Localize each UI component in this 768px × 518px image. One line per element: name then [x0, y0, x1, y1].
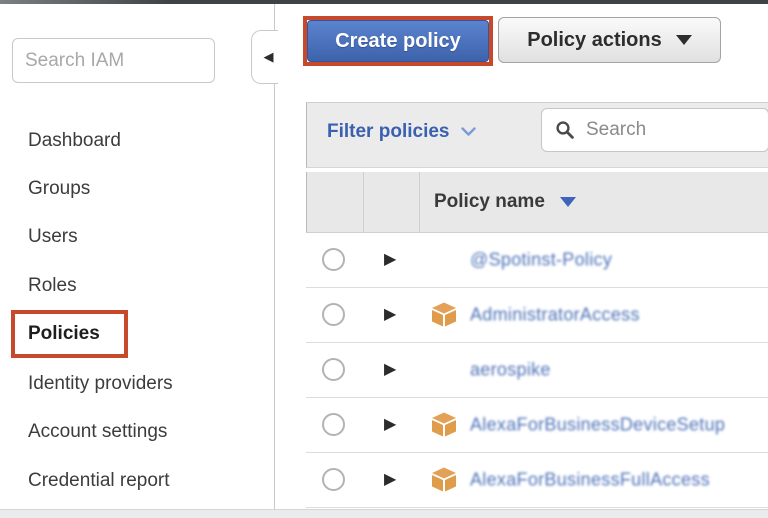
expand-row-icon[interactable]: ▶: [384, 307, 396, 323]
table-row: ▶ AlexaForBusinessDeviceSetup: [306, 398, 768, 453]
expand-row-icon[interactable]: ▶: [384, 472, 396, 488]
table-row: ▶ @Spotinst-Policy: [306, 233, 768, 288]
sidebar-item-identity-providers[interactable]: Identity providers: [28, 372, 173, 396]
policy-name-link[interactable]: AlexaForBusinessFullAccess: [470, 470, 710, 491]
policy-actions-label: Policy actions: [527, 29, 662, 52]
annotation-box-policies: [11, 310, 128, 358]
row-radio-button[interactable]: [322, 358, 345, 381]
table-row: ▶ AdministratorAccess: [306, 288, 768, 343]
expand-row-icon[interactable]: ▶: [384, 362, 396, 378]
row-radio-button[interactable]: [322, 303, 345, 326]
aws-managed-policy-icon: [431, 302, 457, 327]
table-row: ▶ AlexaForBusinessFullAccess: [306, 453, 768, 508]
sidebar-item-users[interactable]: Users: [28, 225, 78, 249]
policy-name-link[interactable]: AdministratorAccess: [470, 305, 640, 326]
policy-name-link[interactable]: aerospike: [470, 360, 551, 381]
sidebar-collapse-tab[interactable]: ◀: [251, 30, 278, 84]
sidebar-item-account-settings[interactable]: Account settings: [28, 420, 167, 444]
column-divider: [419, 172, 420, 232]
policy-name-link[interactable]: AlexaForBusinessDeviceSetup: [470, 415, 725, 436]
policy-name-header-label: Policy name: [434, 191, 545, 213]
iam-policies-page: DashboardGroupsUsersRolesPoliciesIdentit…: [0, 0, 768, 518]
aws-managed-policy-icon: [431, 467, 457, 492]
policy-table-header: Policy name: [306, 172, 768, 233]
search-icon: [555, 120, 575, 140]
filter-bar: Filter policies: [306, 102, 768, 168]
sidebar-item-credential-report[interactable]: Credential report: [28, 469, 170, 493]
expand-row-icon[interactable]: ▶: [384, 252, 396, 268]
filter-policies-dropdown[interactable]: Filter policies: [327, 121, 476, 143]
sidebar-item-roles[interactable]: Roles: [28, 274, 77, 298]
chevron-down-icon: [676, 35, 692, 45]
table-row: ▶ aerospike: [306, 343, 768, 398]
aws-managed-policy-icon: [431, 412, 457, 437]
row-radio-button[interactable]: [322, 248, 345, 271]
policy-search-box: [541, 108, 768, 152]
bottom-edge-strip: [0, 509, 768, 518]
sidebar-item-dashboard[interactable]: Dashboard: [28, 129, 121, 153]
chevron-down-icon: [461, 127, 476, 137]
annotation-box-create-policy: Create policy: [303, 16, 493, 66]
policy-table-body: ▶ @Spotinst-Policy ▶ AdministratorAccess ▶ ae…: [306, 233, 768, 508]
search-iam-input[interactable]: [12, 38, 215, 83]
policy-name-sort-header[interactable]: Policy name: [434, 191, 576, 213]
create-policy-button[interactable]: Create policy: [307, 20, 489, 62]
expand-row-icon[interactable]: ▶: [384, 417, 396, 433]
collapse-left-icon: ◀: [264, 49, 274, 65]
filter-policies-label: Filter policies: [327, 121, 449, 143]
row-radio-button[interactable]: [322, 413, 345, 436]
policy-name-link[interactable]: @Spotinst-Policy: [470, 250, 612, 271]
sort-descending-icon: [560, 197, 576, 207]
row-radio-button[interactable]: [322, 468, 345, 491]
policy-actions-button[interactable]: Policy actions: [498, 17, 721, 63]
iam-sidebar: DashboardGroupsUsersRolesPoliciesIdentit…: [0, 4, 275, 509]
policy-search-input[interactable]: [584, 118, 768, 142]
column-divider: [363, 172, 364, 232]
sidebar-item-groups[interactable]: Groups: [28, 177, 90, 201]
